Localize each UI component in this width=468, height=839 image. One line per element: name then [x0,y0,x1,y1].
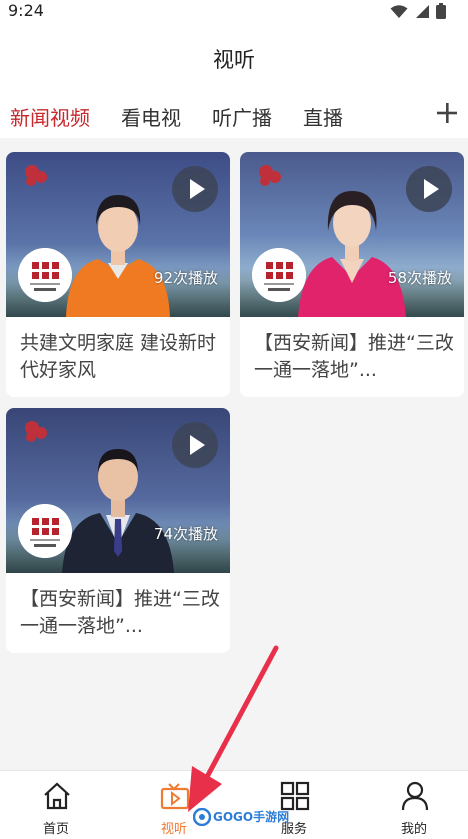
app-header: 视听 [0,22,468,94]
district-badge-icon [18,248,72,302]
battery-icon [436,3,446,19]
play-button[interactable] [406,166,452,212]
district-badge-icon [18,504,72,558]
video-thumbnail[interactable]: 74次播放 [6,408,230,573]
video-thumbnail[interactable]: 58次播放 [240,152,464,317]
status-icons [390,3,446,19]
station-logo-icon [259,165,281,186]
tab-news-video[interactable]: 新闻视频 [10,102,90,131]
status-time: 9:24 [8,1,44,20]
video-title[interactable]: 共建文明家庭 建设新时代好家风 [20,330,220,384]
wifi-icon [390,4,408,18]
station-logo-icon [25,165,47,186]
news-anchor-image [298,191,406,317]
tab-live[interactable]: 直播 [303,102,343,131]
nav-profile[interactable]: 我的 [374,771,454,839]
video-card[interactable]: 58次播放 【西安新闻】推进“三改一通一落地”... [240,152,464,397]
play-count: 92次播放 [153,269,218,287]
play-button[interactable] [172,422,218,468]
nav-home[interactable]: 首页 [16,771,96,839]
category-tabs: 新闻视频 看电视 听广播 直播 [0,94,468,138]
video-card[interactable]: 74次播放 【西安新闻】推进“三改一通一落地”... [6,408,230,653]
news-anchor-image [66,195,170,317]
tab-radio[interactable]: 听广播 [212,102,272,131]
page-title: 视听 [213,48,255,72]
play-count: 74次播放 [153,525,218,543]
add-icon[interactable] [436,102,458,124]
status-bar: 9:24 [0,0,468,22]
video-thumbnail[interactable]: 92次播放 [6,152,230,317]
video-card[interactable]: 92次播放 共建文明家庭 建设新时代好家风 [6,152,230,397]
video-title[interactable]: 【西安新闻】推进“三改一通一落地”... [20,586,220,640]
user-icon [401,781,429,811]
tab-watch-tv[interactable]: 看电视 [121,102,181,131]
station-logo-icon [25,421,47,442]
news-anchor-image [62,449,174,573]
home-icon [44,782,70,810]
pointer-arrow-icon [188,645,279,812]
nav-profile-label: 我的 [400,822,427,837]
signal-icon [416,4,429,18]
nav-home-label: 首页 [42,822,69,837]
play-button[interactable] [172,166,218,212]
district-badge-icon [252,248,306,302]
play-count: 58次播放 [387,269,452,287]
video-title[interactable]: 【西安新闻】推进“三改一通一落地”... [254,330,454,384]
